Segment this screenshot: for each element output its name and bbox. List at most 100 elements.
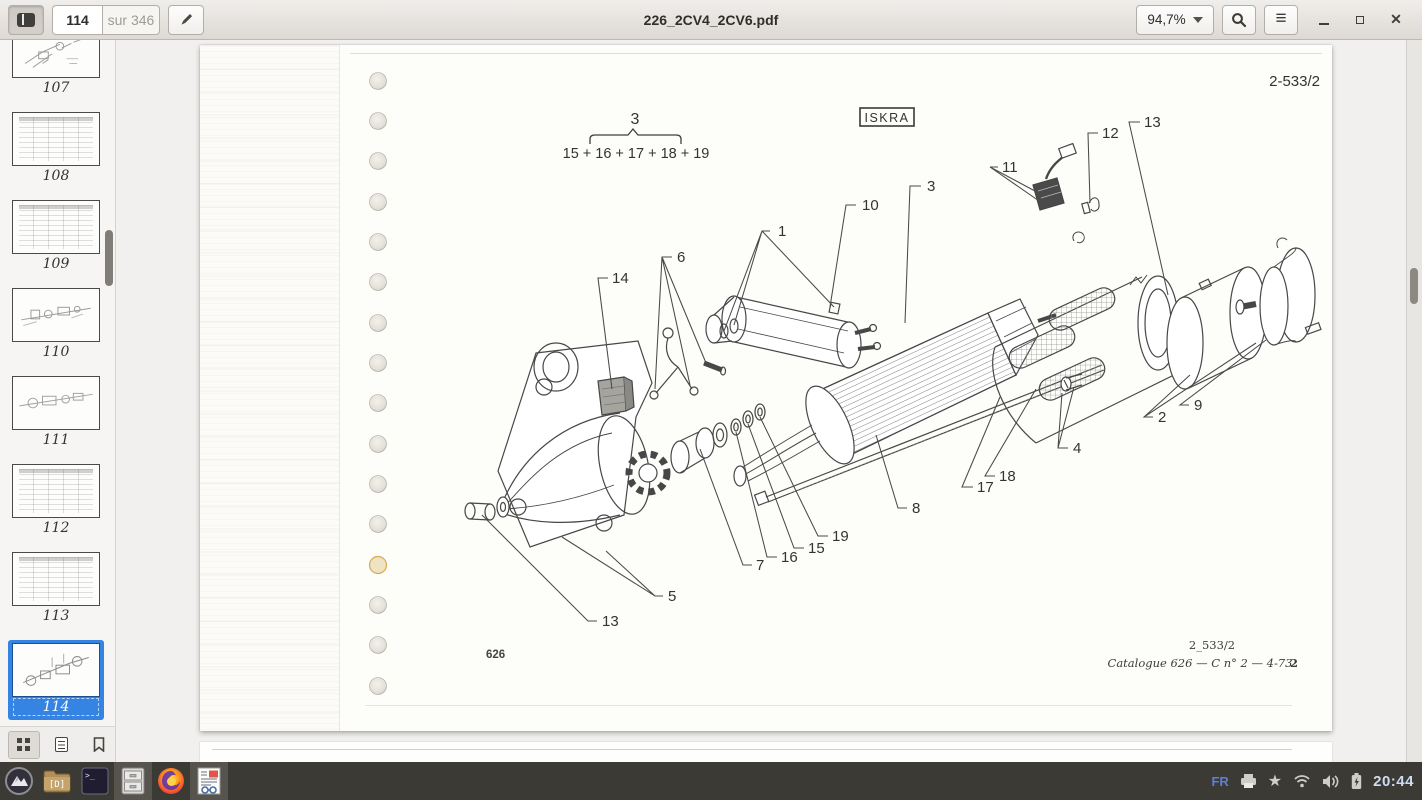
minimize-icon xyxy=(1319,23,1329,25)
bookmark-icon xyxy=(93,737,105,752)
thumbnail-page-108[interactable]: 108 xyxy=(10,112,102,186)
tab-annotations[interactable] xyxy=(46,731,78,759)
page-number-input[interactable] xyxy=(52,5,102,35)
star-icon[interactable]: ★ xyxy=(1268,773,1282,789)
callout-label: 3 xyxy=(927,178,935,195)
thumbnail-label: 109 xyxy=(10,256,102,272)
thumbnail-sketch xyxy=(13,644,99,696)
keyboard-layout-indicator[interactable]: FR xyxy=(1211,774,1228,789)
sheet-reference: 2-533/2 xyxy=(1269,73,1320,90)
callout-label: 11 xyxy=(1002,159,1018,176)
pdf-page-114: 2-533/2 3 15 + 16 + 17 + 18 + 19 ISKRA xyxy=(200,45,1332,731)
callout-label: 9 xyxy=(1194,397,1202,414)
brush xyxy=(1082,198,1099,214)
callout-label: 6 xyxy=(677,249,685,266)
thumbnail-sketch xyxy=(19,205,93,249)
thumbnail-page-112[interactable]: 112 xyxy=(10,464,102,538)
printer-icon[interactable] xyxy=(1240,774,1257,789)
corner-number: 626 xyxy=(486,649,505,661)
callout-label: 17 xyxy=(977,479,994,496)
wifi-icon[interactable] xyxy=(1293,774,1311,788)
thumbnail-sketch xyxy=(13,377,99,429)
zoom-level-dropdown[interactable]: 94,7% xyxy=(1136,5,1214,35)
thumbnail-page-114-selected[interactable]: 114 xyxy=(8,640,104,720)
spring-clip xyxy=(1073,232,1084,243)
solenoid xyxy=(706,296,881,368)
pencil-icon xyxy=(178,12,194,28)
page-total-label: sur 346 xyxy=(102,5,160,35)
thumbnail-page-113[interactable]: 113 xyxy=(10,552,102,626)
volume-icon[interactable] xyxy=(1322,774,1340,789)
brand-label: ISKRA xyxy=(864,111,909,125)
svg-text:[D]: [D] xyxy=(49,780,65,790)
sidebar-mode-tabs xyxy=(0,726,115,762)
group-annotation: 3 15 + 16 + 17 + 18 + 19 xyxy=(563,111,710,162)
annotations-list-icon xyxy=(55,737,68,752)
thumbnail-sketch xyxy=(19,557,93,601)
thumbnail-page-110[interactable]: 110 xyxy=(10,288,102,362)
header-bar: 226_2CV4_2CV6.pdf sur 346 94,7% xyxy=(0,0,1422,40)
launcher-distro-menu[interactable] xyxy=(0,762,38,800)
maximize-button[interactable] xyxy=(1352,12,1368,28)
callout-label: 2 xyxy=(1158,409,1166,426)
callout-label: 16 xyxy=(781,549,798,566)
callout-label: 7 xyxy=(756,557,764,574)
yoke-housing xyxy=(1167,267,1266,389)
file-manager-icon: [D] xyxy=(42,768,72,794)
thumbnail-list: 107 108 109 xyxy=(0,40,115,726)
thumbnail-label: 114 xyxy=(14,699,98,715)
taskbar: [D] >_ xyxy=(0,762,1422,800)
sidebar-toggle-button[interactable] xyxy=(8,5,44,35)
firefox-icon xyxy=(156,766,186,796)
binder-holes xyxy=(370,73,387,695)
thumbnail-label: 112 xyxy=(10,520,102,536)
footer-ref: 2_533/2 xyxy=(1189,638,1235,652)
thumbnail-page-109[interactable]: 109 xyxy=(10,200,102,274)
distro-logo-icon xyxy=(4,766,34,796)
sidebar-scrollbar-thumb[interactable] xyxy=(105,230,113,286)
document-scrollbar[interactable] xyxy=(1406,40,1422,762)
thumbnail-page-107[interactable]: 107 xyxy=(10,40,102,98)
menu-button[interactable]: ≡ xyxy=(1264,5,1298,35)
thumbnail-label: 108 xyxy=(10,168,102,184)
thumbnail-label: 113 xyxy=(10,608,102,624)
search-button[interactable] xyxy=(1222,5,1256,35)
menu-icon: ≡ xyxy=(1275,9,1286,28)
taskbar-window-archive-manager[interactable] xyxy=(114,762,152,800)
sidebar-toggle-icon xyxy=(17,13,35,27)
brand-stamp: ISKRA xyxy=(860,108,914,126)
callout-label: 1 xyxy=(778,223,786,240)
bushing xyxy=(465,503,495,520)
annotate-button[interactable] xyxy=(168,5,204,35)
svg-text:>_: >_ xyxy=(85,771,95,780)
thumbnails-sidebar: 107 108 109 xyxy=(0,40,116,762)
group-items: 15 + 16 + 17 + 18 + 19 xyxy=(563,146,710,162)
search-icon xyxy=(1231,12,1247,28)
tab-thumbnails[interactable] xyxy=(8,731,40,759)
callout-label: 14 xyxy=(612,270,629,287)
starter-motor-drawing xyxy=(465,144,1321,547)
drive-end-housing xyxy=(497,341,658,547)
brush-holder xyxy=(1033,144,1076,210)
footer-page-number: 2 xyxy=(1290,656,1298,670)
maximize-icon xyxy=(1356,16,1364,24)
washers xyxy=(731,404,765,435)
minimize-button[interactable] xyxy=(1316,12,1332,28)
clock[interactable]: 20:44 xyxy=(1373,773,1414,790)
taskbar-window-firefox[interactable] xyxy=(152,762,190,800)
page-footer: 2_533/2 Catalogue 626 — C n° 2 — 4-73 2 xyxy=(1108,638,1299,670)
page-navigation: sur 346 xyxy=(52,5,160,35)
tab-bookmarks[interactable] xyxy=(83,731,115,759)
rubber-block xyxy=(598,377,634,415)
battery-charging-icon[interactable] xyxy=(1351,773,1362,790)
group-number: 3 xyxy=(631,111,640,128)
close-button[interactable]: ✕ xyxy=(1388,12,1404,28)
thumbnail-page-111[interactable]: 111 xyxy=(10,376,102,450)
document-scrollbar-thumb[interactable] xyxy=(1410,268,1418,304)
launcher-terminal[interactable]: >_ xyxy=(76,762,114,800)
thumbnail-sketch xyxy=(19,117,93,161)
taskbar-window-document-viewer[interactable] xyxy=(190,762,228,800)
thumbnail-sketch xyxy=(13,289,99,341)
launcher-file-manager[interactable]: [D] xyxy=(38,762,76,800)
thumbnail-sketch xyxy=(13,40,99,77)
